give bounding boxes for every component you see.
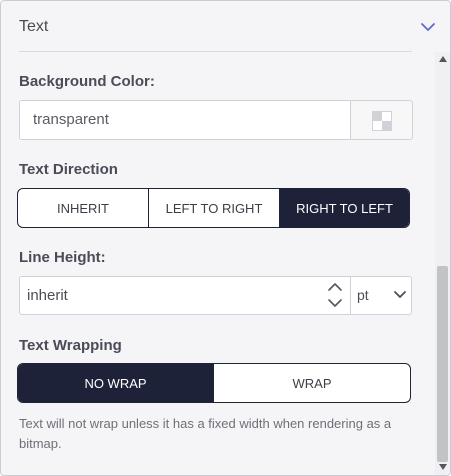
line-height-label: Line Height: — [19, 249, 106, 266]
unit-select-value: pt — [357, 287, 369, 303]
panel-scroll-area: Background Color: transparent Text Direc… — [2, 52, 450, 475]
background-color-label: Background Color: — [19, 73, 155, 90]
line-height-input[interactable]: inherit — [19, 276, 351, 315]
text-direction-label: Text Direction — [19, 161, 118, 178]
direction-ltr-button[interactable]: LEFT TO RIGHT — [149, 189, 280, 227]
background-color-input[interactable]: transparent — [19, 100, 351, 140]
no-wrap-button[interactable]: NO WRAP — [18, 364, 214, 402]
scroll-down-icon[interactable] — [438, 463, 448, 471]
text-direction-toggle: INHERIT LEFT TO RIGHT RIGHT TO LEFT — [17, 188, 410, 228]
scroll-up-icon[interactable] — [438, 55, 448, 63]
color-picker-button[interactable] — [350, 100, 413, 140]
checkerboard-swatch-icon — [372, 111, 392, 131]
section-header-text[interactable]: Text — [2, 2, 450, 52]
direction-rtl-button[interactable]: RIGHT TO LEFT — [280, 189, 409, 227]
wrap-button[interactable]: WRAP — [214, 364, 410, 402]
chevron-down-icon — [394, 291, 406, 298]
chevron-down-icon[interactable] — [420, 21, 436, 33]
text-wrapping-label: Text Wrapping — [19, 337, 122, 354]
text-properties-panel: Text Background Color: transparent Text … — [0, 0, 451, 476]
scrollbar-thumb[interactable] — [437, 266, 448, 462]
direction-inherit-button[interactable]: INHERIT — [18, 189, 149, 227]
text-wrapping-help: Text will not wrap unless it has a fixed… — [19, 416, 392, 451]
number-stepper[interactable] — [327, 279, 343, 311]
stepper-up-icon — [328, 283, 342, 291]
section-title: Text — [19, 18, 49, 35]
stepper-down-icon — [328, 299, 342, 307]
text-wrapping-toggle: NO WRAP WRAP — [17, 363, 411, 403]
